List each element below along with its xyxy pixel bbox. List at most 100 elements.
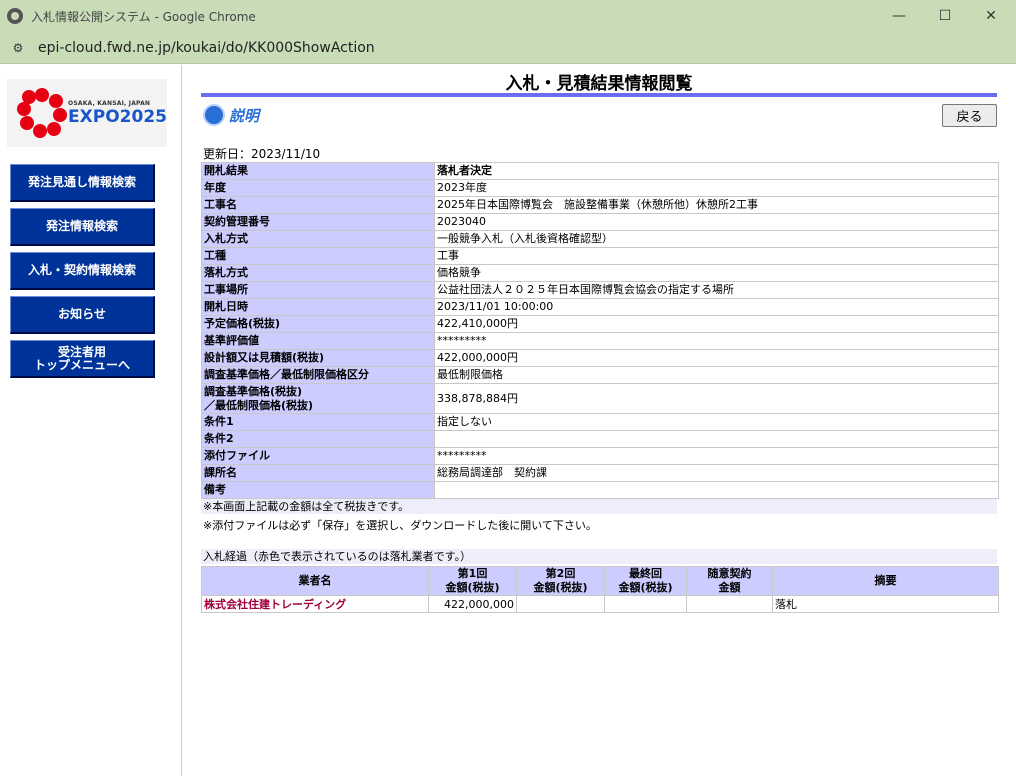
attachment-link[interactable]: ********* <box>434 447 999 465</box>
row-value: 422,000,000円 <box>434 349 999 367</box>
row-value: 指定しない <box>434 413 999 431</box>
logo-title: EXPO2025 <box>68 106 167 127</box>
nav-order-search-button[interactable]: 発注情報検索 <box>10 208 155 246</box>
nav-bid-contract-search-button[interactable]: 入札・契約情報検索 <box>10 252 155 290</box>
site-info-icon[interactable]: ⚙ <box>9 39 27 57</box>
row-label: 工事場所 <box>201 281 435 299</box>
col-label: 金額 <box>718 581 741 594</box>
expo2025-logo[interactable]: OSAKA, KANSAI, JAPAN EXPO2025 <box>7 79 167 147</box>
row-value: 総務局調達部 契約課 <box>434 464 999 482</box>
bid-history-heading: 入札経過（赤色で表示されているのは落札業者です。） <box>201 549 997 564</box>
row-value: 価格競争 <box>434 264 999 282</box>
help-link[interactable]: 説明 <box>229 105 259 126</box>
nav-forecast-search-button[interactable]: 発注見通し情報検索 <box>10 164 155 202</box>
row-value: 2023/11/01 10:00:00 <box>434 298 999 316</box>
back-button[interactable]: 戻る <box>942 104 997 127</box>
bid-round2-amount <box>516 595 605 613</box>
nav-button-label: 受注者用 <box>57 344 106 359</box>
nav-top-menu-button[interactable]: 受注者用 トップメニューへ <box>10 340 155 378</box>
nav-button-label: 入札・契約情報検索 <box>27 263 136 277</box>
main-content: 入札・見積結果情報閲覧 説明 戻る 更新日：2023/11/10 開札結果 落札者… <box>183 65 1016 776</box>
table-row: 株式会社住建トレーディング 422,000,000 落札 <box>201 595 999 613</box>
row-value: 落札者決定 <box>434 162 999 180</box>
bid-history-table: 業者名 第1回 金額(税抜) 第2回 金額(税抜) 最終回 金額(税抜) 随意契約 金額… <box>201 566 999 613</box>
table-row: 工事名 2025年日本国際博覧会 施設整備事業（休憩所他）休憩所2工事 <box>201 196 999 214</box>
browser-titlebar: 入札情報公開システム - Google Chrome — ☐ ✕ <box>0 0 1016 32</box>
row-value: 422,410,000円 <box>434 315 999 333</box>
row-label: 工種 <box>201 247 435 265</box>
table-row: 工種 工事 <box>201 247 999 265</box>
table-row: 工事場所 公益社団法人２０２５年日本国際博覧会協会の指定する場所 <box>201 281 999 299</box>
col-label: 金額(税抜) <box>445 581 500 594</box>
row-value <box>434 430 999 448</box>
col-negotiated: 随意契約 金額 <box>686 566 773 596</box>
expo-emblem-icon <box>17 88 67 138</box>
col-label: 金額(税抜) <box>533 581 588 594</box>
col-final: 最終回 金額(税抜) <box>604 566 687 596</box>
table-row: 備考 <box>201 481 999 499</box>
col-company: 業者名 <box>201 566 429 596</box>
table-row: 添付ファイル ********* <box>201 447 999 465</box>
nav-button-label: お知らせ <box>58 307 106 321</box>
logo-subtitle: OSAKA, KANSAI, JAPAN <box>68 99 151 107</box>
row-label: 課所名 <box>201 464 435 482</box>
row-label: 備考 <box>201 481 435 499</box>
table-row: 開札結果 落札者決定 <box>201 162 999 180</box>
row-value: 2025年日本国際博覧会 施設整備事業（休憩所他）休憩所2工事 <box>434 196 999 214</box>
col-summary: 摘要 <box>772 566 999 596</box>
col-round2: 第2回 金額(税抜) <box>516 566 605 596</box>
row-label: 調査基準価格／最低制限価格区分 <box>201 366 435 384</box>
row-label: 条件1 <box>201 413 435 431</box>
row-label: 調査基準価格(税抜) ／最低制限価格(税抜) <box>201 383 435 414</box>
row-label: 添付ファイル <box>201 447 435 465</box>
close-button[interactable]: ✕ <box>968 0 1014 32</box>
row-value: 2023年度 <box>434 179 999 197</box>
row-label: 落札方式 <box>201 264 435 282</box>
bidder-name: 株式会社住建トレーディング <box>201 595 429 613</box>
sidebar: OSAKA, KANSAI, JAPAN EXPO2025 発注見通し情報検索 … <box>0 65 182 776</box>
help-document-icon[interactable] <box>203 104 225 126</box>
minimize-button[interactable]: — <box>876 0 922 32</box>
nav-button-label: 発注情報検索 <box>45 219 118 233</box>
title-divider <box>201 93 997 97</box>
col-round1: 第1回 金額(税抜) <box>428 566 517 596</box>
row-value: ********* <box>434 332 999 350</box>
attachment-note: ※添付ファイルは必ず「保存」を選択し、ダウンロードした後に開いて下さい。 <box>203 519 597 532</box>
table-row: 基準評価値 ********* <box>201 332 999 350</box>
nav-button-label: 発注見通し情報検索 <box>27 175 136 189</box>
table-row: 条件2 <box>201 430 999 448</box>
row-value: 工事 <box>434 247 999 265</box>
page-title: 入札・見積結果情報閲覧 <box>505 74 693 94</box>
table-row: 調査基準価格／最低制限価格区分 最低制限価格 <box>201 366 999 384</box>
col-label: 最終回 <box>629 567 662 580</box>
table-row: 落札方式 価格競争 <box>201 264 999 282</box>
bid-negotiated-amount <box>686 595 773 613</box>
row-value: 2023040 <box>434 213 999 231</box>
bid-final-amount <box>604 595 687 613</box>
table-row: 開札日時 2023/11/01 10:00:00 <box>201 298 999 316</box>
col-label: 第2回 <box>545 567 576 580</box>
address-bar[interactable]: ⚙ epi-cloud.fwd.ne.jp/koukai/do/KK000Sho… <box>0 32 1016 64</box>
row-label-line: 調査基準価格(税抜) <box>204 384 303 398</box>
row-label: 工事名 <box>201 196 435 214</box>
table-row: 予定価格(税抜) 422,410,000円 <box>201 315 999 333</box>
table-row: 調査基準価格(税抜) ／最低制限価格(税抜) 338,878,884円 <box>201 383 999 414</box>
table-row: 設計額又は見積額(税抜) 422,000,000円 <box>201 349 999 367</box>
row-label: 開札日時 <box>201 298 435 316</box>
row-value: 338,878,884円 <box>434 383 999 414</box>
col-label: 第1回 <box>457 567 488 580</box>
col-label: 金額(税抜) <box>618 581 673 594</box>
row-label: 設計額又は見積額(税抜) <box>201 349 435 367</box>
row-label: 開札結果 <box>201 162 435 180</box>
nav-notices-button[interactable]: お知らせ <box>10 296 155 334</box>
row-value: 公益社団法人２０２５年日本国際博覧会協会の指定する場所 <box>434 281 999 299</box>
url-text[interactable]: epi-cloud.fwd.ne.jp/koukai/do/KK000ShowA… <box>38 40 375 56</box>
tax-note: ※本画面上記載の金額は全て税抜きです。 <box>201 499 997 514</box>
table-row: 入札方式 一般競争入札（入札後資格確認型） <box>201 230 999 248</box>
maximize-button[interactable]: ☐ <box>922 0 968 32</box>
table-row: 年度 2023年度 <box>201 179 999 197</box>
row-label: 入札方式 <box>201 230 435 248</box>
row-label-line: ／最低制限価格(税抜) <box>204 398 314 412</box>
site-favicon-icon <box>7 8 23 24</box>
row-value: 最低制限価格 <box>434 366 999 384</box>
